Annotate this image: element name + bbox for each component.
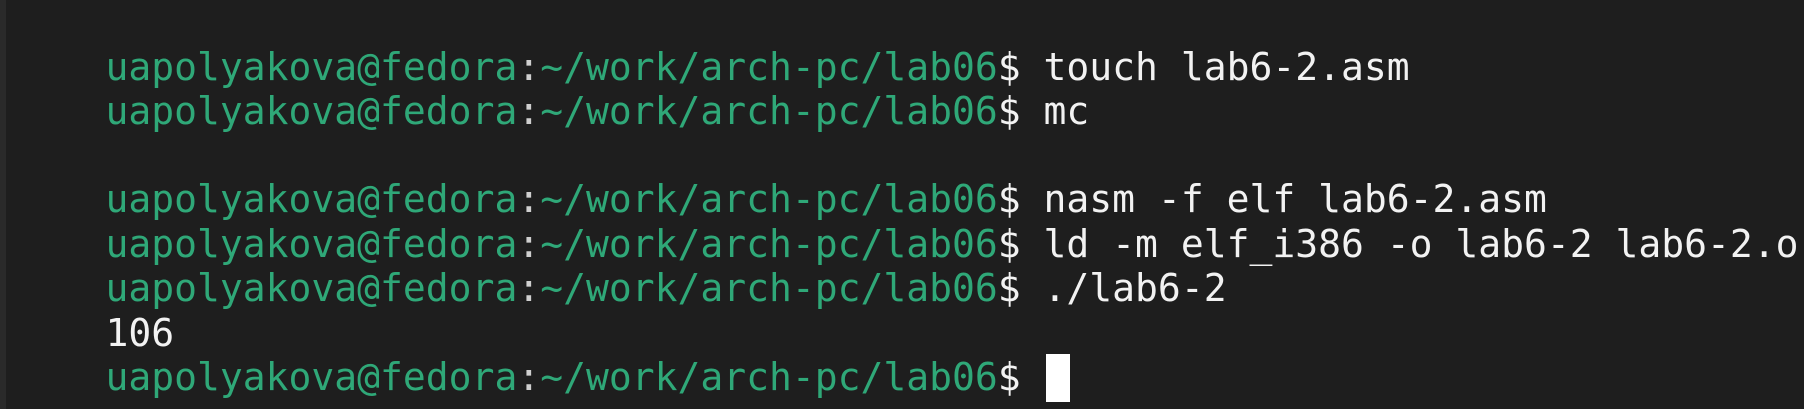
window-edge xyxy=(0,0,6,409)
terminal-line: uapolyakova@fedora:~/work/arch-pc/lab06$… xyxy=(14,212,1227,310)
prompt-separator: : xyxy=(517,355,541,399)
command-text: ./lab6-2 xyxy=(1043,266,1227,310)
command-text: touch lab6-2.asm xyxy=(1043,45,1410,89)
prompt-user-host: uapolyakova@fedora xyxy=(105,355,518,399)
prompt-path: ~/work/arch-pc/lab06 xyxy=(540,355,998,399)
prompt-symbol: $ xyxy=(997,355,1044,399)
terminal-line: uapolyakova@fedora:~/work/arch-pc/lab06$… xyxy=(14,123,1547,221)
terminal-window[interactable]: uapolyakova@fedora:~/work/arch-pc/lab06$… xyxy=(0,0,1804,409)
text-cursor xyxy=(1045,353,1070,402)
terminal-line: uapolyakova@fedora:~/work/arch-pc/lab06$… xyxy=(14,35,1090,133)
terminal-line: uapolyakova@fedora:~/work/arch-pc/lab06$ xyxy=(14,301,1070,402)
